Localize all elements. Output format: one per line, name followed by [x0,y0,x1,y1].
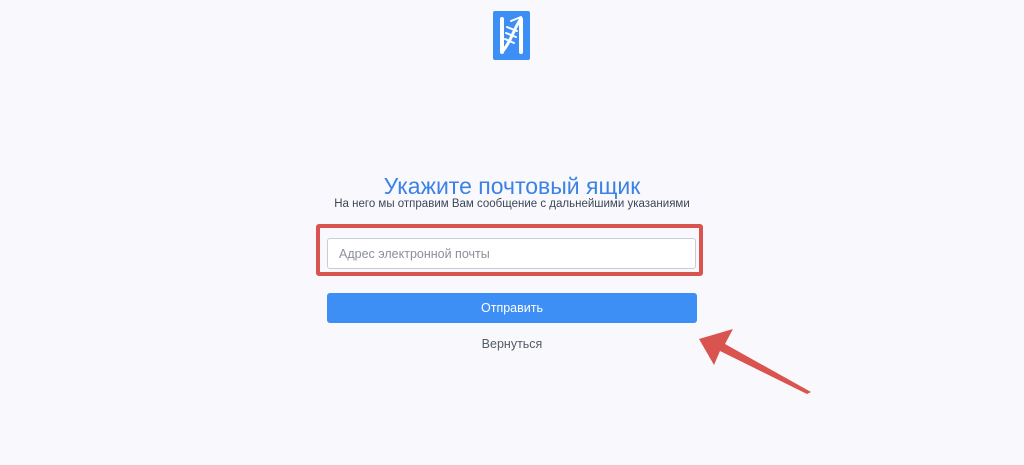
password-recovery-page: Укажите почтовый ящик На него мы отправи… [0,0,1024,465]
brand-logo-icon [493,11,530,60]
page-title: Укажите почтовый ящик [383,173,641,199]
page-subtitle: На него мы отправим Вам сообщение с даль… [334,198,690,210]
annotation-arrow-icon [699,329,811,394]
back-link-row: Вернуться [0,336,1024,352]
email-field[interactable] [327,238,696,269]
back-link[interactable]: Вернуться [482,337,543,351]
submit-button[interactable]: Отправить [327,293,697,323]
